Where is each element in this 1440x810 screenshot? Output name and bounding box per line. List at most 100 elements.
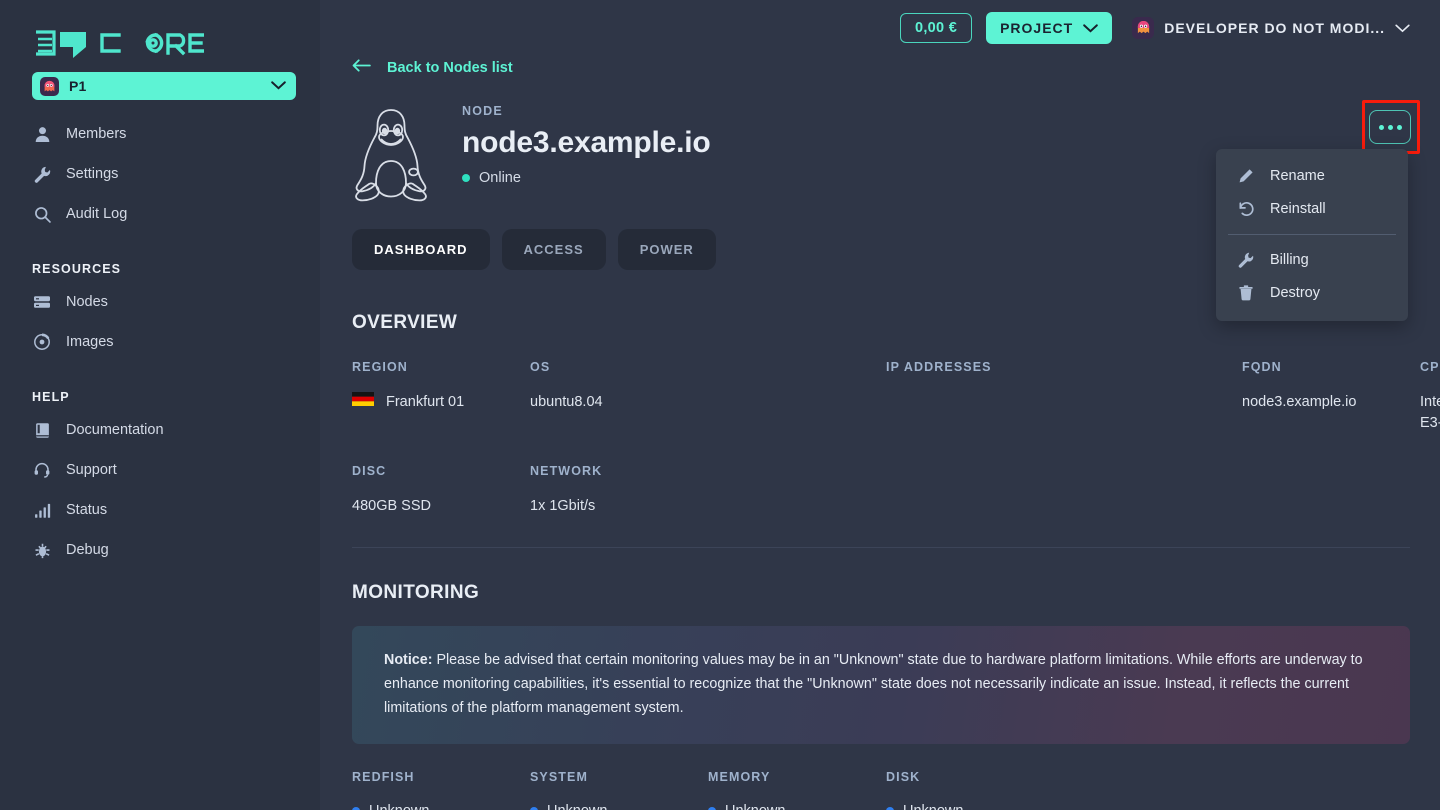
tab-access[interactable]: ACCESS	[501, 229, 606, 270]
status-badge: Online	[462, 170, 711, 186]
sidebar-item-label: Audit Log	[66, 206, 128, 222]
node-actions-menu: Rename Reinstall Billing Destroy	[1216, 149, 1408, 321]
node-kicker: NODE	[462, 104, 503, 118]
field-label: NETWORK	[530, 464, 603, 478]
sidebar-help-nav: Documentation Support Status Debug	[32, 410, 288, 570]
project-dropdown-button[interactable]: PROJECT	[986, 11, 1113, 44]
overview-field-os: OS ubuntu8.04	[530, 360, 886, 434]
overview-grid-row-2: DISC 480GB SSD NETWORK 1x 1Gbit/s	[320, 464, 1440, 517]
field-label: REGION	[352, 360, 408, 374]
project-dropdown-label: PROJECT	[1000, 19, 1074, 36]
back-to-nodes-label: Back to Nodes list	[387, 59, 513, 76]
trash-icon	[1237, 284, 1255, 301]
overview-field-fqdn: FQDN node3.example.io	[1242, 360, 1420, 434]
metric-value: Unknown	[352, 803, 530, 810]
field-label: DISC	[352, 464, 387, 478]
menu-item-label: Billing	[1270, 251, 1309, 268]
user-icon	[32, 124, 52, 144]
sidebar-item-label: Status	[66, 502, 108, 518]
page-title: node3.example.io	[462, 126, 711, 159]
disc-icon	[32, 332, 52, 352]
field-label: OS	[530, 360, 551, 374]
sidebar-item-label: Support	[66, 462, 117, 478]
overview-field-region: REGION Frankfurt 01	[352, 360, 530, 434]
field-label: FQDN	[1242, 360, 1282, 374]
chevron-down-icon	[1083, 20, 1098, 36]
user-account-menu[interactable]: DEVELOPER DO NOT MODI...	[1132, 16, 1410, 39]
de-flag-icon	[352, 392, 374, 413]
headset-icon	[32, 460, 52, 480]
credit-balance-button[interactable]: 0,00 €	[899, 12, 973, 43]
sidebar-item-members[interactable]: Members	[32, 114, 288, 154]
core-logo-icon	[36, 30, 204, 58]
metric-value-text: Unknown	[547, 803, 607, 810]
pencil-icon	[1237, 168, 1255, 184]
sidebar-item-label: Members	[66, 126, 127, 142]
metric-label: MEMORY	[708, 770, 771, 784]
project-selector[interactable]: P1	[32, 72, 296, 100]
metric-system: SYSTEM Unknown	[530, 770, 708, 810]
sidebar-section-resources: RESOURCES	[32, 262, 122, 276]
metric-value: Unknown	[708, 803, 886, 810]
menu-item-label: Reinstall	[1270, 200, 1326, 217]
metric-memory: MEMORY Unknown	[708, 770, 886, 810]
kebab-dot	[1396, 124, 1402, 130]
kebab-menu-icon[interactable]	[1369, 110, 1411, 144]
ghost-avatar-icon	[40, 76, 59, 96]
notice-body: Please be advised that certain monitorin…	[384, 652, 1363, 716]
sidebar-item-label: Settings	[66, 166, 119, 182]
field-label: IP ADDRESSES	[886, 360, 992, 374]
menu-item-reinstall[interactable]: Reinstall	[1216, 192, 1408, 225]
section-divider	[352, 547, 1410, 548]
sidebar-item-audit-log[interactable]: Audit Log	[32, 194, 288, 234]
metric-value-text: Unknown	[369, 803, 429, 810]
overview-field-network: NETWORK 1x 1Gbit/s	[530, 464, 886, 517]
menu-item-label: Rename	[1270, 167, 1325, 184]
field-value-text: Frankfurt 01	[386, 394, 465, 410]
metric-value: Unknown	[530, 803, 708, 810]
undo-icon	[1237, 200, 1255, 217]
overview-field-disc: DISC 480GB SSD	[352, 464, 530, 517]
sidebar-item-nodes[interactable]: Nodes	[32, 282, 288, 322]
sidebar-item-support[interactable]: Support	[32, 450, 288, 490]
menu-divider	[1228, 234, 1396, 235]
bar-chart-icon	[32, 500, 52, 520]
bug-icon	[32, 540, 52, 560]
sidebar-item-debug[interactable]: Debug	[32, 530, 288, 570]
monitoring-metrics: REDFISH Unknown SYSTEM Unknown MEMORY Un…	[320, 770, 1440, 810]
field-value: ubuntu8.04	[530, 394, 603, 410]
avatar	[1132, 16, 1155, 39]
sidebar-item-documentation[interactable]: Documentation	[32, 410, 288, 450]
menu-item-label: Destroy	[1270, 284, 1320, 301]
sidebar-item-label: Debug	[66, 542, 109, 558]
topbar: 0,00 € PROJECT DEVELOPER DO NOT MODI...	[320, 0, 1440, 55]
user-account-label: DEVELOPER DO NOT MODI...	[1164, 19, 1385, 36]
menu-item-billing[interactable]: Billing	[1216, 243, 1408, 276]
server-icon	[32, 292, 52, 312]
wrench-icon	[32, 164, 52, 184]
ghost-glyph	[44, 80, 55, 91]
sidebar-item-images[interactable]: Images	[32, 322, 288, 362]
monitoring-notice: Notice: Please be advised that certain m…	[352, 626, 1410, 744]
back-to-nodes-link[interactable]: Back to Nodes list	[320, 59, 513, 76]
sidebar-item-label: Documentation	[66, 422, 164, 438]
notice-label: Notice:	[384, 652, 433, 668]
sidebar-item-settings[interactable]: Settings	[32, 154, 288, 194]
field-value: 1x 1Gbit/s	[530, 498, 596, 514]
metric-value-text: Unknown	[725, 803, 785, 810]
menu-item-rename[interactable]: Rename	[1216, 159, 1408, 192]
status-badge-label: Online	[479, 170, 521, 186]
field-value: Intel® Xeon® Processor E3-12XX v6 @3,5 G…	[1420, 394, 1440, 431]
sidebar: P1 Members Settings Audit Log RESOURCES	[0, 0, 320, 810]
sidebar-section-help: HELP	[32, 390, 70, 404]
tab-power[interactable]: POWER	[617, 229, 716, 270]
wrench-icon	[1237, 252, 1255, 268]
tab-dashboard[interactable]: DASHBOARD	[352, 229, 490, 270]
status-dot-icon	[462, 174, 470, 182]
app-logo[interactable]	[32, 0, 288, 62]
menu-item-destroy[interactable]: Destroy	[1216, 276, 1408, 309]
arrow-left-icon	[352, 59, 371, 76]
main-content: 0,00 € PROJECT DEVELOPER DO NOT MODI...	[320, 0, 1440, 810]
sidebar-item-status[interactable]: Status	[32, 490, 288, 530]
metric-label: DISK	[886, 770, 921, 784]
